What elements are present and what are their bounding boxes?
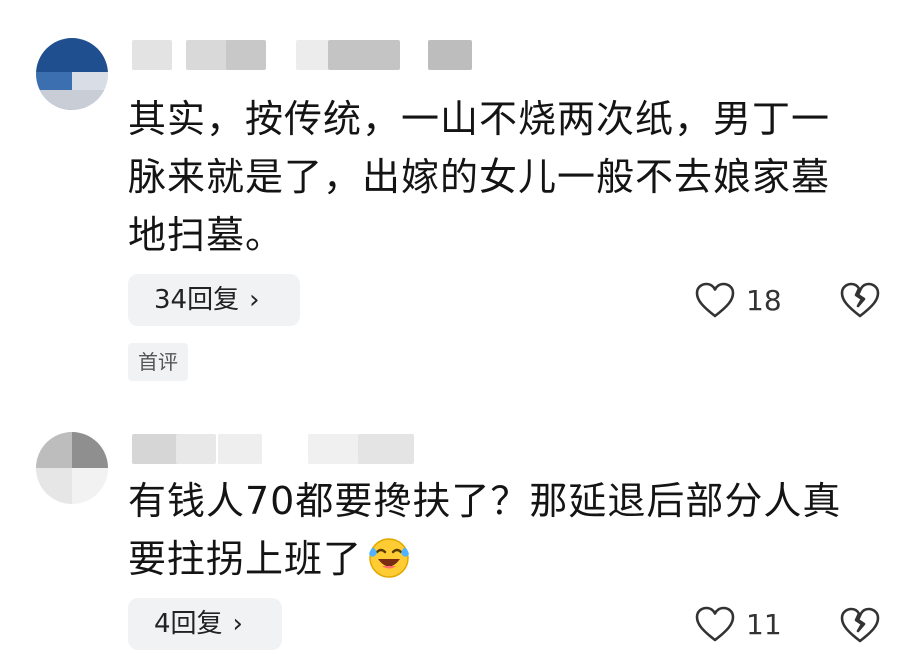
username-blurred[interactable] <box>128 428 488 468</box>
heart-outline-icon <box>695 282 735 318</box>
like-button[interactable]: 11 <box>694 598 782 650</box>
like-count: 18 <box>746 283 782 317</box>
avatar[interactable] <box>36 38 108 110</box>
broken-heart-icon[interactable] <box>838 280 882 320</box>
comment-list: 其实，按传统，一山不烧两次纸，男丁一 脉来就是了，出嫁的女儿一般不去娘家墓 地扫… <box>0 0 922 654</box>
like-button[interactable]: 18 <box>694 274 782 326</box>
username-blurred[interactable] <box>128 34 488 74</box>
reply-count-label: 4回复 <box>154 609 223 639</box>
comment-item: 有钱人70都要搀扶了？那延退后部分人真 要拄拐上班了 4回复 › 11 <box>0 400 922 654</box>
comment-text: 有钱人70都要搀扶了？那延退后部分人真 要拄拐上班了 <box>128 479 842 581</box>
reply-count-label: 34回复 <box>154 285 240 315</box>
like-count: 11 <box>746 607 782 641</box>
first-comment-badge: 首评 <box>128 343 188 381</box>
avatar[interactable] <box>36 432 108 504</box>
view-replies-button[interactable]: 34回复 › <box>128 274 300 326</box>
heart-outline-icon <box>695 606 735 642</box>
chevron-right-icon: › <box>249 285 260 315</box>
comment-text: 其实，按传统，一山不烧两次纸，男丁一 脉来就是了，出嫁的女儿一般不去娘家墓 地扫… <box>128 97 831 257</box>
view-replies-button[interactable]: 4回复 › <box>128 598 282 650</box>
comment-item: 其实，按传统，一山不烧两次纸，男丁一 脉来就是了，出嫁的女儿一般不去娘家墓 地扫… <box>0 0 922 400</box>
laughing-crying-emoji <box>369 538 410 578</box>
broken-heart-icon[interactable] <box>838 605 882 645</box>
chevron-right-icon: › <box>232 609 243 639</box>
